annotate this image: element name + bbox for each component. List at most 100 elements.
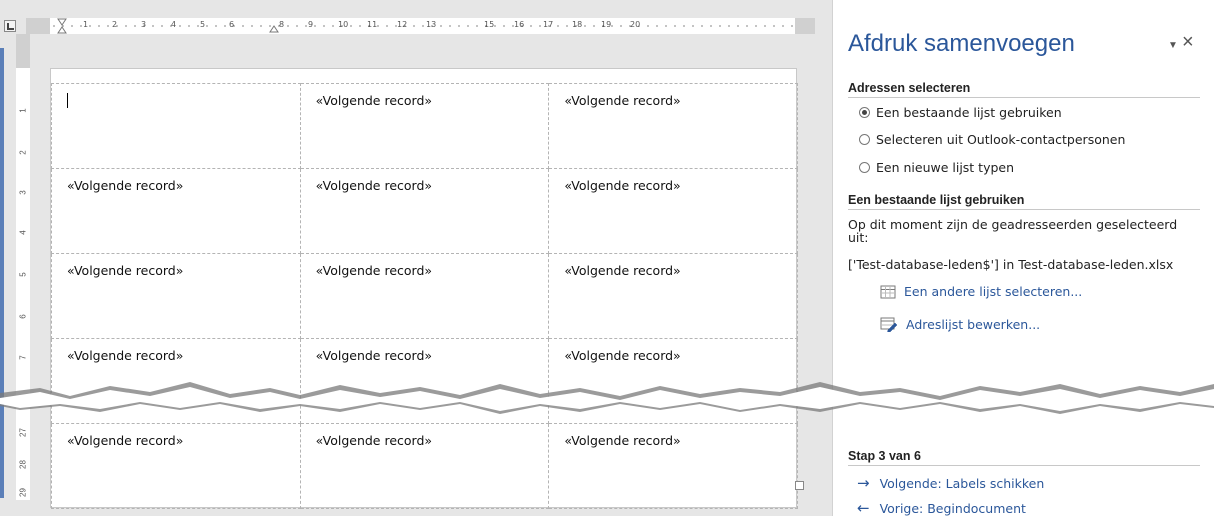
label-cell[interactable]: «Volgende record» xyxy=(299,83,550,169)
ruler-number: 29 xyxy=(18,488,28,497)
previous-step-link[interactable]: ← Vorige: Begindocument xyxy=(857,501,1026,516)
section-heading-existing-list: Een bestaande lijst gebruiken xyxy=(848,193,1200,210)
horizontal-ruler-ticks xyxy=(53,18,793,34)
pane-options-chevron-icon[interactable]: ▼ xyxy=(1168,40,1178,51)
label-row: «Volgende record» «Volgende record» «Volge… xyxy=(51,338,798,424)
merge-field-next-record: «Volgende record» xyxy=(564,178,681,193)
data-source-name: ['Test-database-leden$'] in Test-databas… xyxy=(848,257,1174,272)
radio-label: Selecteren uit Outlook-contactpersonen xyxy=(876,132,1126,147)
merge-field-next-record: «Volgende record» xyxy=(315,348,433,363)
ruler-number: 1 xyxy=(18,108,28,113)
pane-title: Afdruk samenvoegen xyxy=(848,30,1075,57)
edit-recipient-list-link[interactable]: Adreslijst bewerken... xyxy=(880,316,1040,332)
ruler-number: 3 xyxy=(141,20,147,29)
radio-button-icon[interactable] xyxy=(859,107,870,118)
edit-list-icon xyxy=(880,317,898,332)
ruler-number: 7 xyxy=(18,355,28,360)
label-row: «Volgende record» «Volgende record» «Volge… xyxy=(51,253,798,339)
ruler-number: 10 xyxy=(338,20,349,29)
first-line-indent-icon[interactable] xyxy=(57,18,67,26)
radio-button-icon[interactable] xyxy=(859,162,870,173)
horizontal-ruler-margin-right xyxy=(795,18,815,34)
ruler-number: 13 xyxy=(426,20,437,29)
merge-field-next-record: «Volgende record» xyxy=(564,433,681,448)
merge-field-next-record: «Volgende record» xyxy=(564,348,681,363)
next-step-link[interactable]: → Volgende: Labels schikken xyxy=(857,474,1045,492)
ruler-number: 6 xyxy=(229,20,235,29)
ruler-number: 8 xyxy=(18,397,28,402)
document-area: 1 2 3 4 5 6 8 9 10 11 12 13 15 16 17 18 19 20 1 2 3 4 5 6 7 8 27 2… xyxy=(0,0,832,516)
ruler-number: 5 xyxy=(200,20,206,29)
ruler-number: 8 xyxy=(279,20,285,29)
label-cell[interactable]: «Volgende record» xyxy=(548,83,798,169)
table-list-icon xyxy=(880,285,896,298)
ruler-number: 16 xyxy=(514,20,525,29)
vertical-ruler-margin-top xyxy=(16,34,30,68)
step-indicator: Stap 3 van 6 xyxy=(848,449,1200,466)
label-cell[interactable] xyxy=(51,83,301,169)
ruler-number: 11 xyxy=(367,20,378,29)
ruler-number: 4 xyxy=(171,20,177,29)
select-other-list-link[interactable]: Een andere lijst selecteren... xyxy=(880,284,1082,299)
ruler-number: 1 xyxy=(83,20,89,29)
close-icon[interactable]: × xyxy=(1182,32,1194,52)
label-cell[interactable]: «Volgende record» xyxy=(51,338,301,424)
ruler-number: 15 xyxy=(484,20,495,29)
merge-field-next-record: «Volgende record» xyxy=(67,433,184,448)
merge-field-next-record: «Volgende record» xyxy=(564,263,681,278)
right-indent-icon[interactable] xyxy=(269,25,279,33)
table-resize-handle[interactable] xyxy=(795,481,804,490)
merge-field-next-record: «Volgende record» xyxy=(67,263,184,278)
radio-label: Een nieuwe lijst typen xyxy=(876,160,1015,175)
ruler-number: 5 xyxy=(18,272,28,277)
label-cell[interactable]: «Volgende record» xyxy=(299,423,550,509)
label-row: «Volgende record» «Volgende record» xyxy=(51,83,798,169)
label-cell[interactable]: «Volgende record» xyxy=(548,168,798,254)
radio-type-new-list[interactable]: Een nieuwe lijst typen xyxy=(859,160,1014,175)
labels-table: «Volgende record» «Volgende record» «Volge… xyxy=(51,83,798,509)
arrow-right-icon: → xyxy=(857,474,870,492)
recipients-description: Op dit moment zijn de geadresseerden ges… xyxy=(848,217,1178,245)
label-row: «Volgende record» «Volgende record» «Volge… xyxy=(51,423,798,509)
label-cell[interactable]: «Volgende record» xyxy=(299,338,550,424)
label-cell[interactable]: «Volgende record» xyxy=(51,253,301,339)
merge-field-next-record: «Volgende record» xyxy=(564,93,681,108)
text-cursor xyxy=(67,93,68,108)
edit-recipient-list-label: Adreslijst bewerken... xyxy=(906,316,1041,332)
ruler-number: 20 xyxy=(630,20,641,29)
radio-use-existing-list[interactable]: Een bestaande lijst gebruiken xyxy=(859,105,1062,120)
ruler-number: 2 xyxy=(112,20,118,29)
merge-field-next-record: «Volgende record» xyxy=(315,178,433,193)
label-cell[interactable]: «Volgende record» xyxy=(51,168,301,254)
ruler-number: 28 xyxy=(18,460,28,469)
merge-field-next-record: «Volgende record» xyxy=(315,433,433,448)
tab-stop-selector[interactable] xyxy=(4,20,16,32)
hanging-indent-icon[interactable] xyxy=(57,26,67,34)
label-cell[interactable]: «Volgende record» xyxy=(299,253,550,339)
left-edge-bar xyxy=(0,48,4,498)
radio-button-icon[interactable] xyxy=(859,134,870,145)
previous-step-label: Vorige: Begindocument xyxy=(879,501,1026,516)
mail-merge-task-pane: Afdruk samenvoegen ▼ × Adressen selecter… xyxy=(832,0,1214,516)
ruler-number: 6 xyxy=(18,314,28,319)
document-page[interactable]: «Volgende record» «Volgende record» «Volge… xyxy=(50,68,798,509)
ruler-number: 3 xyxy=(18,190,28,195)
ruler-number: 2 xyxy=(18,150,28,155)
merge-field-next-record: «Volgende record» xyxy=(67,348,184,363)
merge-field-next-record: «Volgende record» xyxy=(315,263,433,278)
label-cell[interactable]: «Volgende record» xyxy=(299,168,550,254)
radio-outlook-contacts[interactable]: Selecteren uit Outlook-contactpersonen xyxy=(859,132,1125,147)
label-cell[interactable]: «Volgende record» xyxy=(548,423,798,509)
ruler-number: 19 xyxy=(601,20,612,29)
next-step-label: Volgende: Labels schikken xyxy=(879,476,1045,491)
label-cell[interactable]: «Volgende record» xyxy=(548,338,798,424)
label-cell[interactable]: «Volgende record» xyxy=(548,253,798,339)
arrow-left-icon: ← xyxy=(857,499,870,516)
horizontal-ruler[interactable]: 1 2 3 4 5 6 8 9 10 11 12 13 15 16 17 18 19 20 xyxy=(50,18,795,34)
vertical-ruler[interactable]: 1 2 3 4 5 6 7 8 27 28 29 xyxy=(16,68,30,500)
ruler-number: 17 xyxy=(543,20,554,29)
label-cell[interactable]: «Volgende record» xyxy=(51,423,301,509)
ruler-number: 4 xyxy=(18,230,28,235)
section-heading-select-recipients: Adressen selecteren xyxy=(848,81,1200,98)
horizontal-ruler-margin-left xyxy=(26,18,50,34)
